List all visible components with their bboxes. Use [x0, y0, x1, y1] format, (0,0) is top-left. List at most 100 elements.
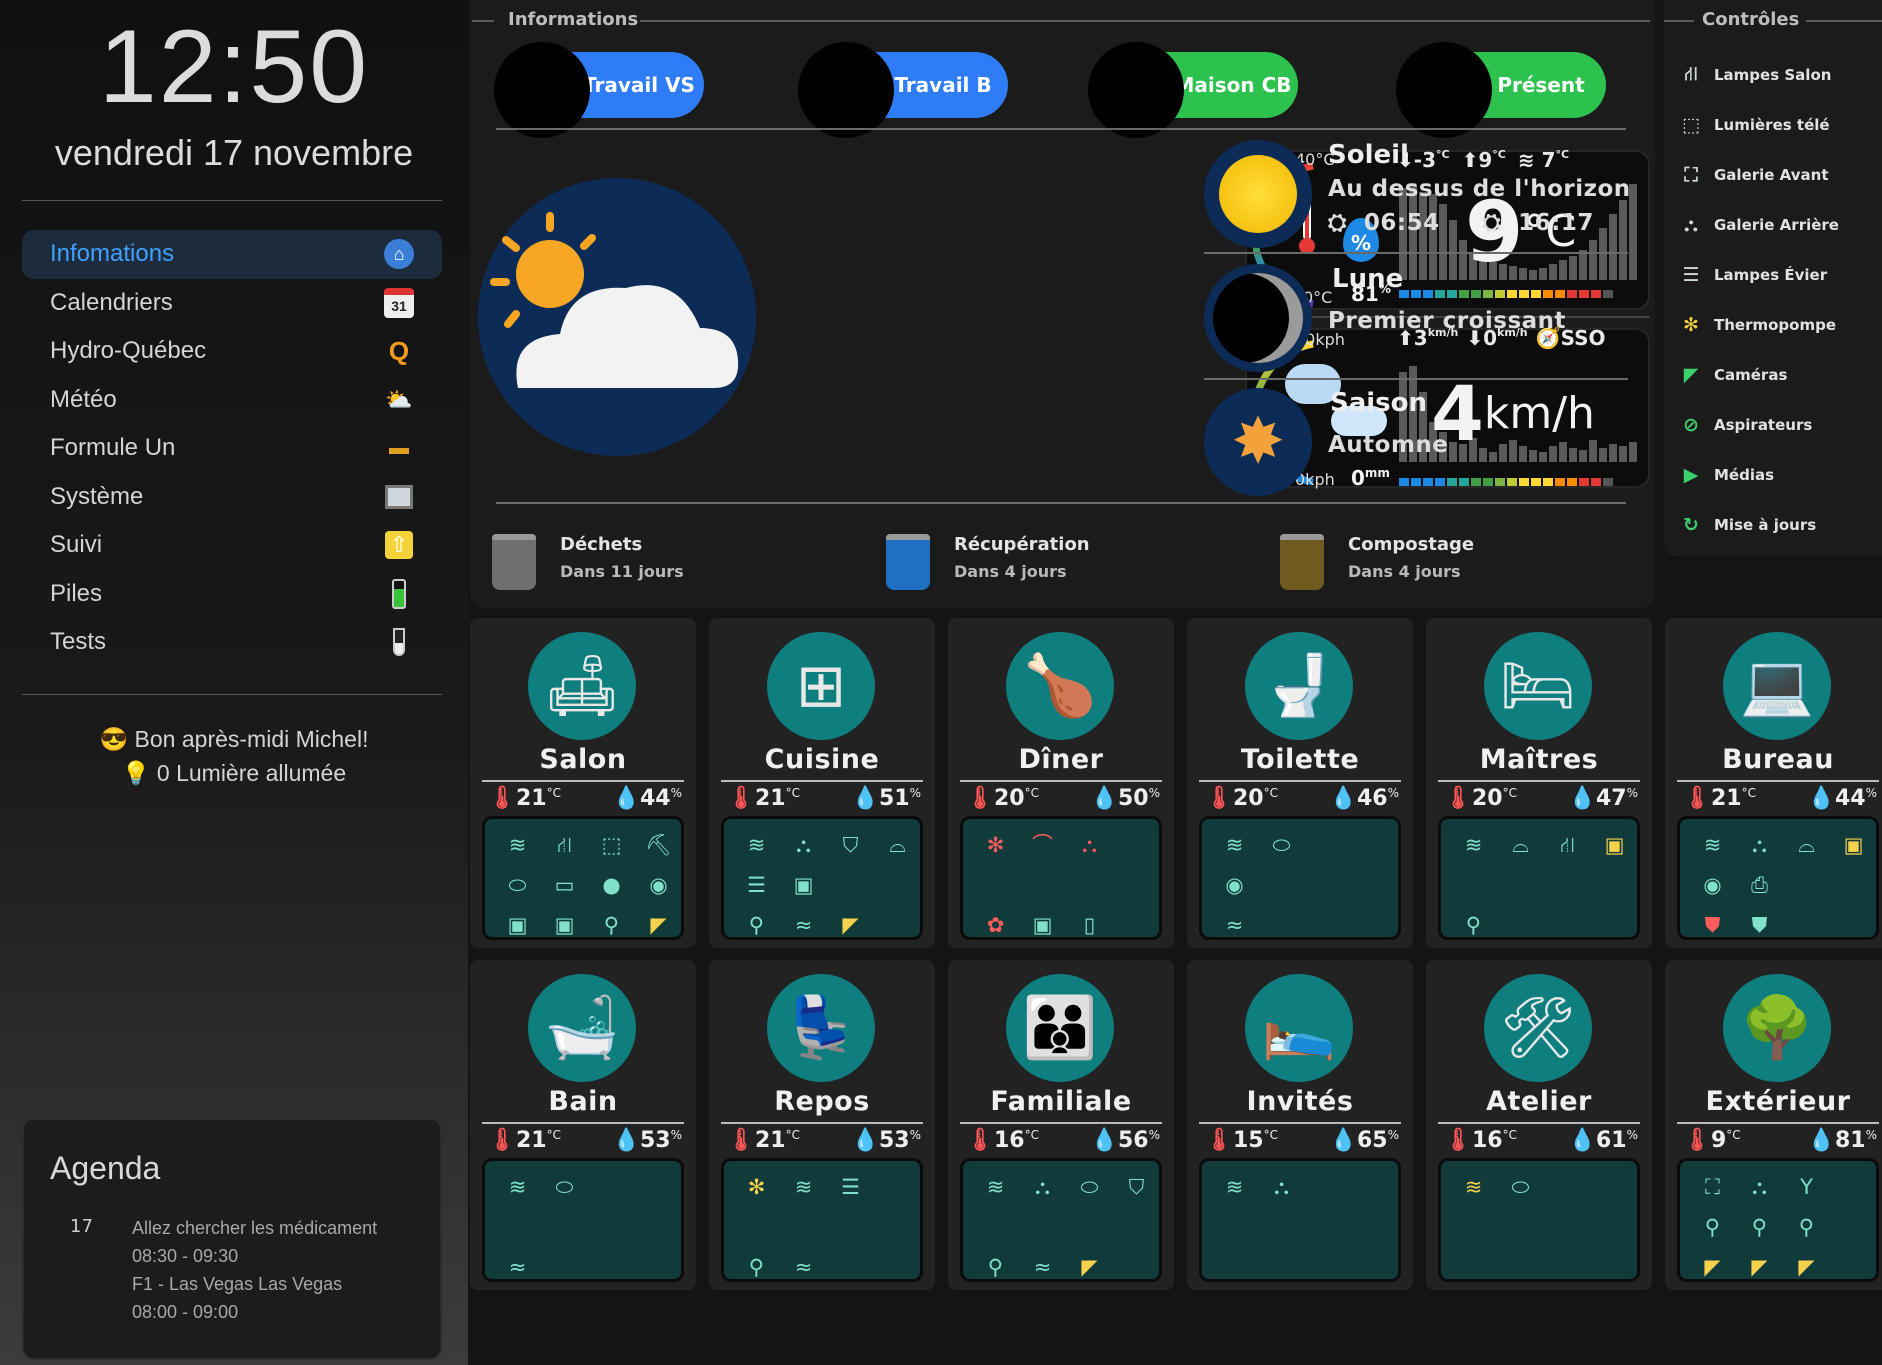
- nav-item-système[interactable]: Système: [22, 473, 442, 522]
- spotify-icon[interactable]: ◉: [636, 867, 681, 905]
- control-tv-light[interactable]: ⬚ Lumières télé: [1678, 110, 1830, 140]
- motion-icon[interactable]: ⚲: [1737, 1209, 1782, 1247]
- tv-icon[interactable]: ▭: [542, 867, 587, 905]
- outlet-icon[interactable]: ▣: [542, 907, 587, 945]
- control-strip-light[interactable]: ☰ Lampes Évier: [1678, 260, 1827, 290]
- lamp-icon[interactable]: ⛏: [636, 827, 681, 865]
- door-icon[interactable]: ▯: [1067, 907, 1112, 945]
- ceiling-icon[interactable]: ⌓: [1498, 827, 1543, 865]
- dome-icon[interactable]: ⌓: [875, 827, 920, 865]
- control-lamp[interactable]: ⛙ Lampes Salon: [1678, 60, 1831, 90]
- waste-item[interactable]: Compostage Dans 4 jours: [1280, 528, 1580, 590]
- room-card-bureau[interactable]: 💻 Bureau 🌡21°C 💧44% ≋ ⛬ ⌓ ▣ ◉ ⎙ ⛊ ⛊: [1665, 618, 1882, 948]
- motion-icon[interactable]: ⚲: [734, 907, 779, 945]
- heater-icon[interactable]: ≋: [973, 1169, 1018, 1207]
- control-play[interactable]: ▶ Médias: [1678, 460, 1774, 490]
- nav-item-suivi[interactable]: Suivi ⇧: [22, 521, 442, 570]
- nav-item-météo[interactable]: Météo ⛅: [22, 376, 442, 425]
- heater-icon[interactable]: ≋: [781, 1169, 826, 1207]
- ceiling-icon[interactable]: ⬭: [1498, 1169, 1543, 1207]
- heater-icon[interactable]: ≋: [734, 827, 779, 865]
- camera-icon[interactable]: ◤: [1784, 1249, 1829, 1287]
- heater-icon[interactable]: ≋: [1690, 827, 1735, 865]
- waste-item[interactable]: Récupération Dans 4 jours: [886, 528, 1186, 590]
- apple-icon[interactable]: ●: [589, 867, 634, 905]
- control-vacuum[interactable]: ⊘ Aspirateurs: [1678, 410, 1812, 440]
- flower-icon[interactable]: ✿: [973, 907, 1018, 945]
- camera-icon[interactable]: ◤: [1067, 1249, 1112, 1287]
- season-icon[interactable]: ✸: [1204, 388, 1312, 496]
- camera-icon[interactable]: ◤: [636, 907, 681, 945]
- fan-icon[interactable]: ◉: [1212, 867, 1257, 905]
- lamp-icon[interactable]: ⛙: [542, 827, 587, 865]
- nav-item-hydro-québec[interactable]: Hydro-Québec Q: [22, 327, 442, 376]
- waste-item[interactable]: Déchets Dans 11 jours: [492, 528, 792, 590]
- lock-icon[interactable]: ▣: [1020, 907, 1065, 945]
- nav-item-calendriers[interactable]: Calendriers 31: [22, 279, 442, 328]
- room-card-extérieur[interactable]: 🌳 Extérieur 🌡9°C 💧81% ⛶ ⛬ Y ⚲ ⚲ ⚲ ◤ ◤ ◤: [1665, 960, 1882, 1290]
- sun-icon[interactable]: [1204, 140, 1312, 248]
- motion-icon[interactable]: ⚲: [589, 907, 634, 945]
- moon-icon[interactable]: [1204, 264, 1312, 372]
- vibration-icon[interactable]: ≈: [495, 1249, 540, 1287]
- lamp-icon[interactable]: ⛙: [1545, 827, 1590, 865]
- person-badge[interactable]: Travail VS: [494, 42, 714, 138]
- glass-icon[interactable]: Y: [1784, 1169, 1829, 1207]
- porch-icon[interactable]: ⛶: [1690, 1169, 1735, 1207]
- track-icon[interactable]: ⛬: [1737, 827, 1782, 865]
- nav-item-infomations[interactable]: Infomations ⌂: [22, 230, 442, 279]
- pendant-icon[interactable]: ⛉: [828, 827, 873, 865]
- track-icon[interactable]: ⛬: [781, 827, 826, 865]
- outlet-icon[interactable]: ▣: [1592, 827, 1637, 865]
- nav-item-piles[interactable]: Piles: [22, 570, 442, 619]
- strip-icon[interactable]: ☰: [828, 1169, 873, 1207]
- fan-lamp-icon[interactable]: ⛬: [1020, 1169, 1065, 1207]
- heater-icon[interactable]: ≋: [495, 827, 540, 865]
- person-badge[interactable]: Maison CB: [1088, 42, 1308, 138]
- control-camera[interactable]: ◤ Caméras: [1678, 360, 1788, 390]
- tv-light-icon[interactable]: ⬚: [589, 827, 634, 865]
- room-card-invités[interactable]: 🛌 Invités 🌡15°C 💧65% ≋ ⛬: [1187, 960, 1413, 1290]
- track-icon[interactable]: ⛬: [1067, 827, 1112, 865]
- room-card-toilette[interactable]: 🚽 Toilette 🌡20°C 💧46% ≋ ⬭ ◉ ≈: [1187, 618, 1413, 948]
- shield-icon[interactable]: ⛊: [1737, 907, 1782, 945]
- camera-icon[interactable]: ◤: [828, 907, 873, 945]
- track-icon[interactable]: ⛬: [1259, 1169, 1304, 1207]
- motion-icon[interactable]: ⚲: [1784, 1209, 1829, 1247]
- ceiling-icon[interactable]: ⬭: [495, 867, 540, 905]
- room-card-maîtres[interactable]: 🛏 Maîtres 🌡20°C 💧47% ≋ ⌓ ⛙ ▣ ⚲: [1426, 618, 1652, 948]
- weather-condition-icon[interactable]: [478, 178, 756, 456]
- heater-icon[interactable]: ≋: [1451, 1169, 1496, 1207]
- motion-icon[interactable]: ⚲: [1690, 1209, 1735, 1247]
- fan-icon[interactable]: ◉: [1690, 867, 1735, 905]
- vibration-icon[interactable]: ≈: [781, 1249, 826, 1287]
- heater-icon[interactable]: ≋: [1451, 827, 1496, 865]
- room-card-familiale[interactable]: 👪 Familiale 🌡16°C 💧56% ≋ ⛬ ⬭ ⛉ ⚲ ≈ ◤: [948, 960, 1174, 1290]
- heater-icon[interactable]: ≋: [495, 1169, 540, 1207]
- person-badge[interactable]: Présent: [1396, 42, 1616, 138]
- track-icon[interactable]: ⛬: [1737, 1169, 1782, 1207]
- room-card-dîner[interactable]: 🍗 Dîner 🌡20°C 💧50% ✻ ⌒ ⛬ ✿ ▣ ▯: [948, 618, 1174, 948]
- camera-icon[interactable]: ◤: [1690, 1249, 1735, 1287]
- room-card-cuisine[interactable]: ⊞ Cuisine 🌡21°C 💧51% ≋ ⛬ ⛉ ⌓ ☰ ▣ ⚲ ≈ ◤: [709, 618, 935, 948]
- vibration-icon[interactable]: ≈: [1020, 1249, 1065, 1287]
- dome-icon[interactable]: ⌓: [1784, 827, 1829, 865]
- outlet-icon[interactable]: ▣: [495, 907, 540, 945]
- nav-item-tests[interactable]: Tests: [22, 618, 442, 667]
- motion-icon[interactable]: ⚲: [1451, 907, 1496, 945]
- control-update[interactable]: ↻ Mise à jours: [1678, 510, 1816, 540]
- strip-icon[interactable]: ☰: [734, 867, 779, 905]
- control-heat-pump[interactable]: ✻ Thermopompe: [1678, 310, 1836, 340]
- heater-icon[interactable]: ≋: [1212, 827, 1257, 865]
- heater-icon[interactable]: ≋: [1212, 1169, 1257, 1207]
- room-card-salon[interactable]: 🛋 Salon 🌡21°C 💧44% ≋ ⛙ ⬚ ⛏ ⬭ ▭ ● ◉ ▣ ▣ ⚲ ◤: [470, 618, 696, 948]
- room-card-repos[interactable]: 💺 Repos 🌡21°C 💧53% ✻ ≋ ☰ ⚲ ≈: [709, 960, 935, 1290]
- heat-pump-icon[interactable]: ✻: [973, 827, 1018, 865]
- room-card-bain[interactable]: 🛁 Bain 🌡21°C 💧53% ≋ ⬭ ≈: [470, 960, 696, 1290]
- motion-icon[interactable]: ⚲: [973, 1249, 1018, 1287]
- strip-icon[interactable]: ⌒: [1020, 827, 1065, 865]
- vibration-icon[interactable]: ≈: [1212, 907, 1257, 945]
- ceiling-icon[interactable]: ⬭: [542, 1169, 587, 1207]
- lamp-icon[interactable]: ⛉: [1114, 1169, 1159, 1207]
- printer-icon[interactable]: ⎙: [1737, 867, 1782, 905]
